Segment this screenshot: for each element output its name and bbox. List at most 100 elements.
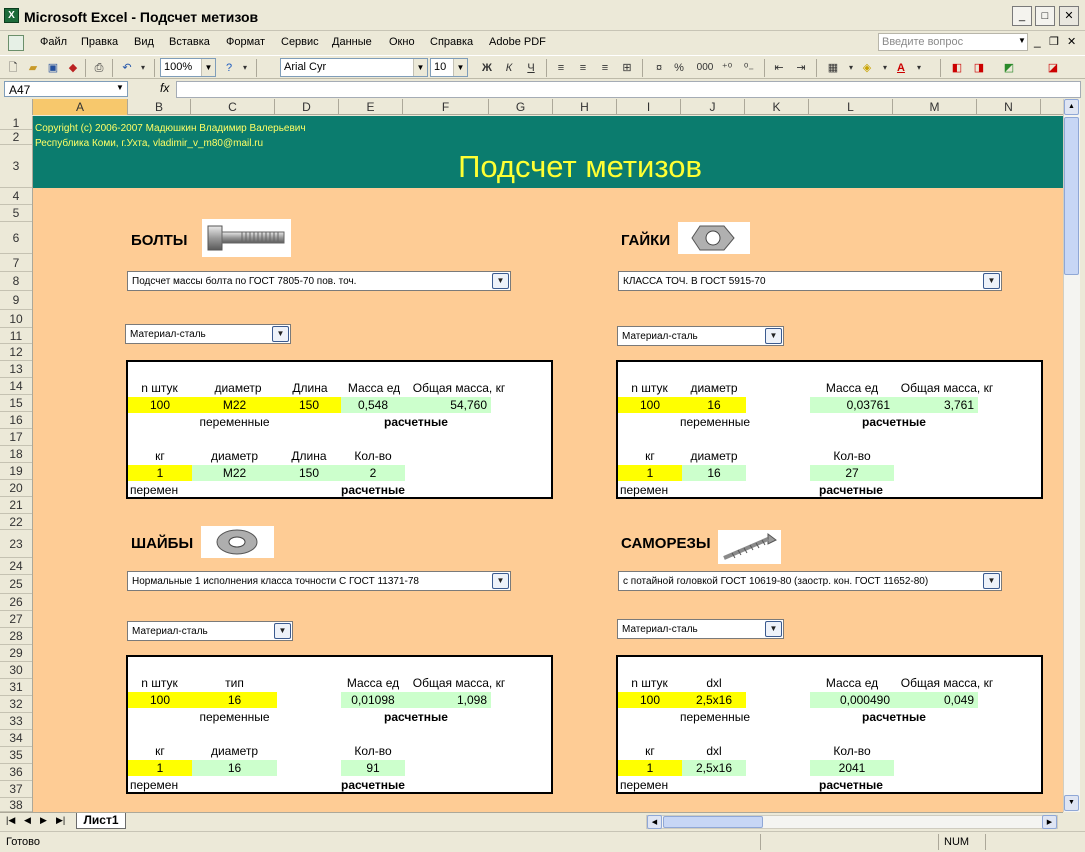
scroll-left-icon[interactable]: ◀ (647, 815, 662, 829)
column-header-k[interactable]: K (745, 99, 809, 115)
column-header-j[interactable]: J (681, 99, 745, 115)
row-header[interactable]: 28 (0, 628, 32, 645)
washers-standard-select[interactable]: Нормальные 1 исполнения класса точности … (127, 571, 511, 591)
decrease-indent-icon[interactable]: ⇤ (770, 59, 788, 77)
row-header[interactable]: 19 (0, 463, 32, 480)
underline-button[interactable]: Ч (522, 59, 540, 77)
horizontal-scroll-thumb[interactable] (663, 816, 763, 828)
row-header[interactable]: 4 (0, 188, 32, 205)
borders-icon[interactable]: ▦ (824, 59, 842, 77)
bolts-material-select[interactable]: Материал-сталь ▼ (125, 324, 291, 344)
chevron-down-icon[interactable]: ▼ (492, 273, 509, 289)
last-sheet-icon[interactable]: ▶| (56, 815, 65, 826)
zoom-combo[interactable]: 100% ▼ (160, 58, 216, 77)
row-header[interactable]: 5 (0, 205, 32, 222)
row-header[interactable]: 34 (0, 730, 32, 747)
increase-indent-icon[interactable]: ⇥ (792, 59, 810, 77)
permission-icon[interactable]: ◆ (64, 59, 82, 77)
row-header[interactable]: 21 (0, 497, 32, 514)
chevron-down-icon[interactable]: ▼ (274, 623, 291, 639)
chevron-down-icon[interactable]: ▼ (765, 621, 782, 637)
font-color-dropdown-icon[interactable]: ▾ (910, 59, 928, 77)
row-header[interactable]: 32 (0, 696, 32, 713)
next-sheet-icon[interactable]: ▶ (40, 815, 47, 826)
row-header[interactable]: 13 (0, 361, 32, 378)
scroll-up-icon[interactable]: ▲ (1064, 99, 1079, 115)
row-header[interactable]: 11 (0, 328, 32, 344)
fill-color-icon[interactable]: ◈ (858, 59, 876, 77)
menu-tools[interactable]: Сервис (281, 36, 319, 48)
screws-material-select[interactable]: Материал-сталь ▼ (617, 619, 784, 639)
column-header-g[interactable]: G (489, 99, 553, 115)
row-header[interactable]: 24 (0, 558, 32, 575)
row-header[interactable]: 29 (0, 645, 32, 662)
formula-input[interactable] (176, 81, 1081, 98)
column-header-e[interactable]: E (339, 99, 403, 115)
first-sheet-icon[interactable]: |◀ (6, 815, 15, 826)
print-icon[interactable]: ⎙ (90, 59, 108, 77)
screws-dxl-input[interactable]: 2,5x16 (682, 692, 746, 708)
chevron-down-icon[interactable]: ▼ (272, 326, 289, 342)
workbook-minimize-icon[interactable]: _ (1034, 34, 1041, 48)
nuts-kg-input[interactable]: 1 (618, 465, 682, 481)
open-folder-icon[interactable]: ▰ (24, 59, 42, 77)
font-name-combo[interactable]: Arial Cyr ▼ (280, 58, 428, 77)
acrobat-icon[interactable]: ◪ (1044, 59, 1062, 77)
washers-material-select[interactable]: Материал-сталь ▼ (127, 621, 293, 641)
row-header[interactable]: 26 (0, 594, 32, 611)
column-header-a[interactable]: A (33, 99, 128, 115)
row-header[interactable]: 9 (0, 291, 32, 310)
row-header[interactable]: 36 (0, 764, 32, 781)
screws-count-input[interactable]: 100 (618, 692, 682, 708)
help-question-input[interactable]: Введите вопрос (878, 33, 1028, 51)
prev-sheet-icon[interactable]: ◀ (24, 815, 31, 826)
sheet-tab-list1[interactable]: Лист1 (76, 813, 126, 829)
column-header-n[interactable]: N (977, 99, 1041, 115)
insert-function-icon[interactable]: fx (160, 81, 169, 95)
row-header[interactable]: 33 (0, 713, 32, 730)
row-header[interactable]: 25 (0, 575, 32, 594)
worksheet[interactable]: Copyright (c) 2006-2007 Мадюшкин Владими… (33, 116, 1063, 812)
column-header-l[interactable]: L (809, 99, 893, 115)
row-header[interactable]: 30 (0, 662, 32, 679)
washers-count-input[interactable]: 100 (128, 692, 192, 708)
pdf-review-icon[interactable]: ◩ (1000, 59, 1018, 77)
italic-button[interactable]: К (500, 59, 518, 77)
row-header[interactable]: 38 (0, 798, 32, 812)
row-header[interactable]: 2 (0, 130, 32, 145)
row-header[interactable]: 27 (0, 611, 32, 628)
maximize-button[interactable]: □ (1035, 6, 1055, 26)
menu-format[interactable]: Формат (226, 36, 265, 48)
name-box-dropdown-icon[interactable]: ▼ (116, 83, 124, 92)
column-header-f[interactable]: F (403, 99, 489, 115)
chevron-down-icon[interactable]: ▼ (765, 328, 782, 344)
name-box[interactable]: A47 (4, 81, 128, 97)
menu-insert[interactable]: Вставка (169, 36, 210, 48)
row-header[interactable]: 1 (0, 116, 32, 130)
toolbar-options-icon[interactable]: ▾ (236, 59, 254, 77)
row-header[interactable]: 16 (0, 412, 32, 429)
thousands-separator-button[interactable]: 000 (694, 59, 716, 77)
column-header-d[interactable]: D (275, 99, 339, 115)
nuts-material-select[interactable]: Материал-сталь ▼ (617, 326, 784, 346)
row-header[interactable]: 23 (0, 530, 32, 558)
currency-icon[interactable]: ¤ (650, 59, 668, 77)
convert-to-pdf-icon[interactable]: ◧ (948, 59, 966, 77)
row-header[interactable]: 31 (0, 679, 32, 696)
bolts-diameter-input[interactable]: M22 (192, 397, 277, 413)
help-dropdown-arrow-icon[interactable]: ▼ (1018, 36, 1026, 45)
undo-dropdown-icon[interactable]: ▾ (134, 59, 152, 77)
percent-button[interactable]: % (670, 59, 688, 77)
nuts-standard-select[interactable]: КЛАССА ТОЧ. В ГОСТ 5915-70 ▼ (618, 271, 1002, 291)
row-header[interactable]: 22 (0, 514, 32, 530)
vertical-scroll-thumb[interactable] (1064, 117, 1079, 275)
column-header-h[interactable]: H (553, 99, 617, 115)
menu-data[interactable]: Данные (332, 36, 372, 48)
row-header[interactable]: 6 (0, 222, 32, 254)
row-header[interactable]: 14 (0, 378, 32, 395)
menu-window[interactable]: Окно (389, 36, 415, 48)
workbook-close-icon[interactable]: ✕ (1067, 35, 1076, 48)
row-header[interactable]: 8 (0, 272, 32, 291)
row-header[interactable]: 37 (0, 781, 32, 798)
bolts-length-input[interactable]: 150 (277, 397, 341, 413)
